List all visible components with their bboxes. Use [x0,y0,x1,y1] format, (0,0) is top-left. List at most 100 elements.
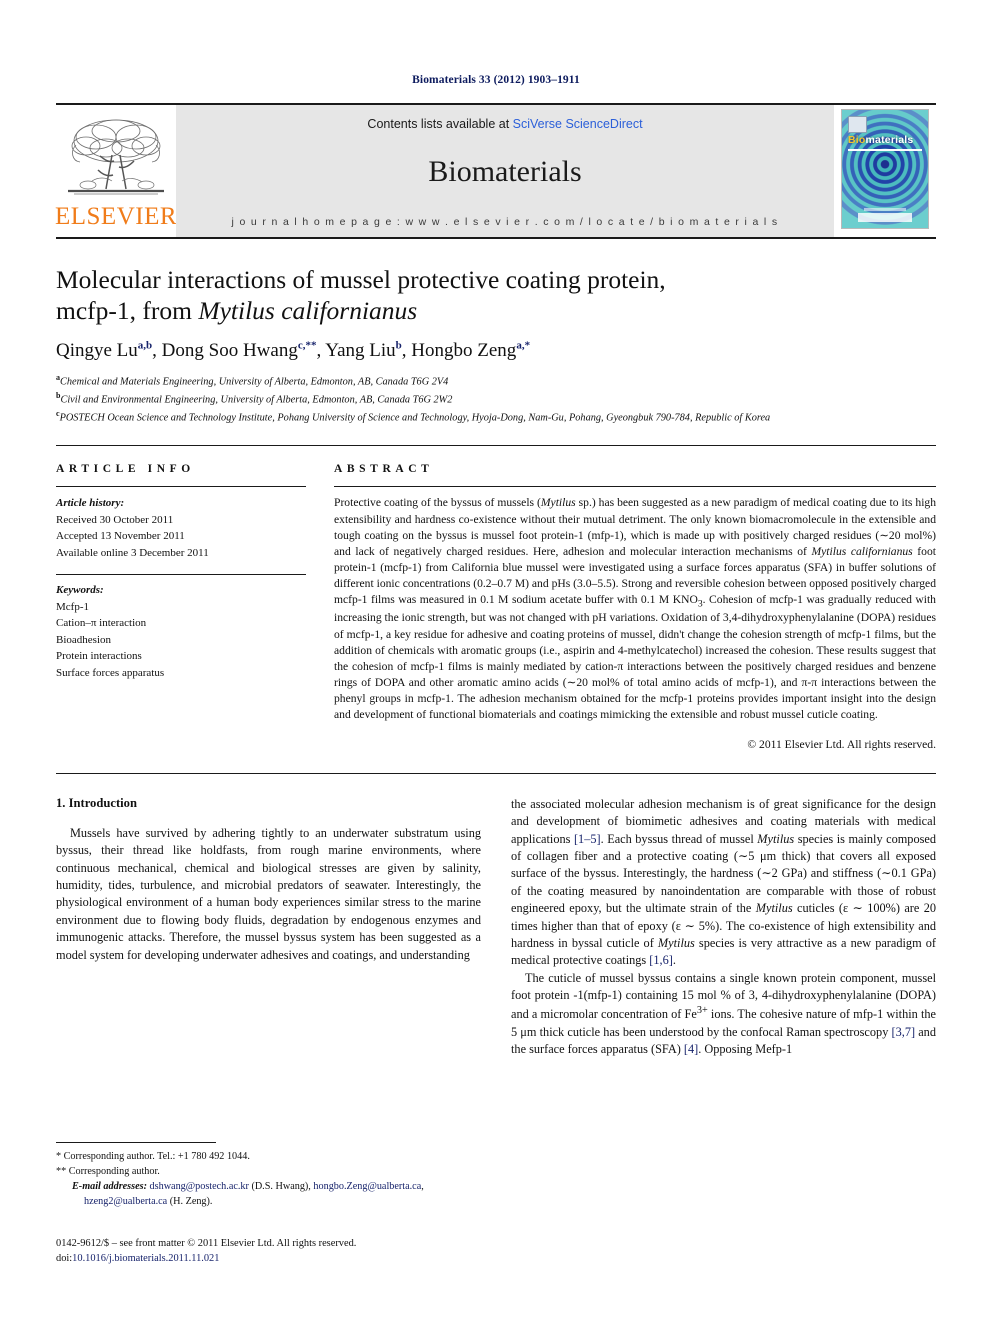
email-addresses-note: E-mail addresses: dshwang@postech.ac.kr … [56,1180,481,1210]
keywords-rule [56,574,306,576]
journal-cover-thumbnail: Biomaterials [841,109,929,229]
author-separator: , [152,340,162,362]
abstract-heading: ABSTRACT [334,463,434,476]
contents-available-line: Contents lists available at SciVerse Sci… [367,117,642,131]
intro-species: Mytilus [657,935,695,950]
email-owner: (H. Zeng). [167,1195,213,1207]
intro-part: . Opposing Mefp-1 [698,1042,793,1057]
title-line-1: Molecular interactions of mussel protect… [56,265,666,294]
author-item: Dong Soo Hwangc,**, [162,340,326,361]
citation-link[interactable]: [3,7] [892,1025,916,1039]
doi-link[interactable]: 10.1016/j.biomaterials.2011.11.021 [72,1253,219,1264]
article-page: Biomaterials 33 (2012) 1903–1911 ELSEVIE… [0,0,992,1323]
elsevier-tree-icon [62,115,170,203]
intro-part: . [672,953,676,968]
author-separator: , [401,340,412,362]
journal-band: Contents lists available at SciVerse Sci… [176,105,834,237]
running-head: Biomaterials 33 (2012) 1903–1911 [412,74,580,86]
elsevier-wordmark: ELSEVIER [54,203,178,230]
introduction-heading: 1. Introduction [56,795,137,810]
abstract-part: Protective coating of the byssus of muss… [334,496,541,510]
author-item: Hongbo Zenga,* [411,340,530,361]
intro-species: Mytilus [755,901,793,916]
journal-title: Biomaterials [428,154,582,188]
author-affil-mark: c,** [297,339,317,352]
affiliation-text: Civil and Environmental Engineering, Uni… [60,394,453,406]
introduction-paragraph-2: The cuticle of mussel byssus contains a … [511,970,936,1059]
issn-line: 0142-9612/$ – see front matter © 2011 El… [56,1237,357,1249]
citation-link[interactable]: [1–5] [574,832,601,846]
sciencedirect-link[interactable]: SciVerse ScienceDirect [513,117,643,131]
author-separator: , [316,340,326,362]
cover-title: Biomaterials [848,134,913,146]
abstract-rule [334,486,936,488]
cover-rule [848,149,922,151]
journal-homepage-line[interactable]: j o u r n a l h o m e p a g e : w w w . … [232,216,779,228]
email-separator: , [421,1181,424,1192]
affiliation-text: POSTECH Ocean Science and Technology Ins… [59,412,771,424]
article-history-label: Article history: [56,497,125,510]
footnote-rule [56,1142,216,1144]
abstract-column: ABSTRACT Protective coating of the byssu… [334,463,936,751]
email-link[interactable]: hzeng2@ualberta.ca [84,1196,167,1207]
affiliation-item: aChemical and Materials Engineering, Uni… [56,372,786,390]
article-history-item: Accepted 13 November 2011 [56,530,185,543]
cover-title-bio: Bio [848,134,866,146]
title-line-2-species: Mytilus californianus [198,296,418,326]
author-name: Qingye Lu [56,340,138,362]
body-column-right: the associated molecular adhesion mechan… [511,796,936,1059]
contents-prefix: Contents lists available at [367,117,513,131]
corresponding-author-note-1: * Corresponding author. Tel.: +1 780 492… [56,1151,250,1163]
email-addresses-label: E-mail addresses: [72,1181,147,1192]
intro-species: Mytilus [757,831,795,846]
author-name: Hongbo Zeng [411,340,517,362]
article-info-heading: ARTICLE INFO [56,463,195,476]
affiliation-list: aChemical and Materials Engineering, Uni… [56,372,786,426]
author-name: Yang Liu [325,340,396,362]
abstract-species-2: Mytilus californianus [811,544,913,558]
affiliation-text: Chemical and Materials Engineering, Univ… [60,376,449,388]
article-info-rule [56,486,306,488]
cover-publisher-logo-icon [848,116,867,133]
keyword-item: Surface forces apparatus [56,666,165,679]
cover-title-rest: materials [865,134,914,146]
title-block: Molecular interactions of mussel protect… [56,239,936,426]
abstract-species-1: Mytilus [540,496,576,510]
page-title: Molecular interactions of mussel protect… [56,264,776,327]
author-item: Yang Liub, [325,340,411,361]
elsevier-logo: ELSEVIER [54,105,178,237]
abstract-text: Protective coating of the byssus of muss… [334,495,936,722]
abstract-copyright: © 2011 Elsevier Ltd. All rights reserved… [747,737,936,751]
info-abstract-section: ARTICLE INFO Article history: Received 3… [56,445,936,751]
keyword-item: Cation–π interaction [56,617,147,630]
keywords-label: Keywords: [56,584,104,597]
author-name: Dong Soo Hwang [161,340,298,362]
author-list: Qingye Lua,b, Dong Soo Hwangc,**, Yang L… [56,340,936,362]
keyword-item: Bioadhesion [56,633,111,646]
citation-link[interactable]: [1,6] [649,953,673,967]
ion-charge-superscript: 3+ [696,1005,708,1017]
cover-footer-bar-top [864,208,906,211]
footnote-block: * Corresponding author. Tel.: +1 780 492… [56,1142,481,1267]
corresponding-author-note-2: ** Corresponding author. [56,1166,160,1178]
body-column-left: 1. Introduction Mussels have survived by… [56,796,481,1059]
citation-link[interactable]: [4] [684,1042,698,1056]
journal-masthead: ELSEVIER Contents lists available at Sci… [54,103,936,237]
doi-line: doi:10.1016/j.biomaterials.2011.11.021 [56,1251,481,1267]
email-link[interactable]: hongbo.Zeng@ualberta.ca [313,1181,421,1192]
issn-copyright-block: 0142-9612/$ – see front matter © 2011 El… [56,1236,481,1267]
author-affil-mark: a,b [137,339,153,352]
introduction-paragraph-continued: the associated molecular adhesion mechan… [511,796,936,970]
keyword-item: Mcfp-1 [56,600,89,613]
article-info-column: ARTICLE INFO Article history: Received 3… [56,463,306,750]
email-link[interactable]: dshwang@postech.ac.kr [150,1181,249,1192]
article-history-item: Received 30 October 2011 [56,513,174,526]
article-history-item: Available online 3 December 2011 [56,546,209,559]
email-owner: (D.S. Hwang), [248,1181,314,1192]
affiliation-item: cPOSTECH Ocean Science and Technology In… [56,408,786,426]
intro-part: . Each byssus thread of mussel [600,831,758,846]
cover-footer-bar [858,213,912,222]
affiliation-item: bCivil and Environmental Engineering, Un… [56,390,786,408]
author-item: Qingye Lua,b, [56,340,162,361]
keyword-item: Protein interactions [56,650,142,663]
